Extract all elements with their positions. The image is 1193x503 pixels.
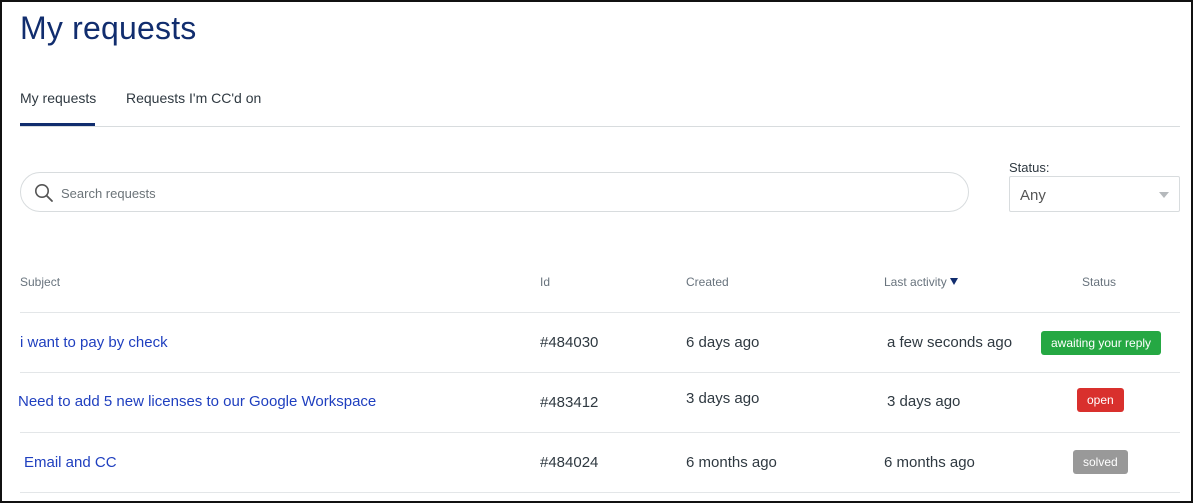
header-subject: Subject (20, 275, 61, 289)
request-last-activity: a few seconds ago (887, 334, 1013, 351)
status-filter-select[interactable]: Any (1009, 176, 1180, 212)
status-badge: solved (1073, 450, 1128, 474)
header-created[interactable]: Created (686, 275, 729, 289)
search-box[interactable] (20, 172, 969, 212)
request-subject-link[interactable]: i want to pay by check (20, 334, 168, 351)
request-id: #484030 (540, 334, 599, 351)
request-last-activity: 3 days ago (887, 393, 961, 410)
request-created: 6 days ago (686, 334, 760, 351)
search-icon (35, 184, 53, 202)
row-divider (20, 432, 1180, 433)
tab-my-requests[interactable]: My requests (20, 90, 96, 106)
tab-requests-cc[interactable]: Requests I'm CC'd on (126, 90, 261, 106)
sort-descending-icon (949, 278, 958, 285)
status-filter-value: Any (1020, 187, 1046, 204)
chevron-down-icon (1159, 192, 1169, 198)
request-subject-link[interactable]: Email and CC (24, 454, 117, 471)
status-badge: open (1077, 388, 1124, 412)
request-last-activity: 6 months ago (884, 454, 975, 471)
header-last-activity[interactable]: Last activity (884, 275, 958, 289)
request-id: #484024 (540, 454, 599, 471)
row-divider (20, 372, 1180, 373)
row-divider (20, 312, 1180, 313)
window-frame: My requests My requests Requests I'm CC'… (0, 0, 1193, 503)
status-filter-label: Status: (1009, 160, 1050, 175)
tabs-divider (20, 126, 1180, 127)
header-status: Status (1082, 275, 1117, 289)
search-input[interactable] (61, 181, 941, 205)
request-created: 3 days ago (686, 390, 760, 407)
status-badge: awaiting your reply (1041, 331, 1162, 355)
header-id: Id (540, 275, 551, 289)
request-created: 6 months ago (686, 454, 777, 471)
request-id: #483412 (540, 394, 599, 411)
row-divider (20, 492, 1180, 493)
page-title: My requests (20, 10, 197, 46)
request-subject-link[interactable]: Need to add 5 new licenses to our Google… (18, 393, 376, 410)
header-last-activity-label: Last activity (884, 275, 947, 289)
